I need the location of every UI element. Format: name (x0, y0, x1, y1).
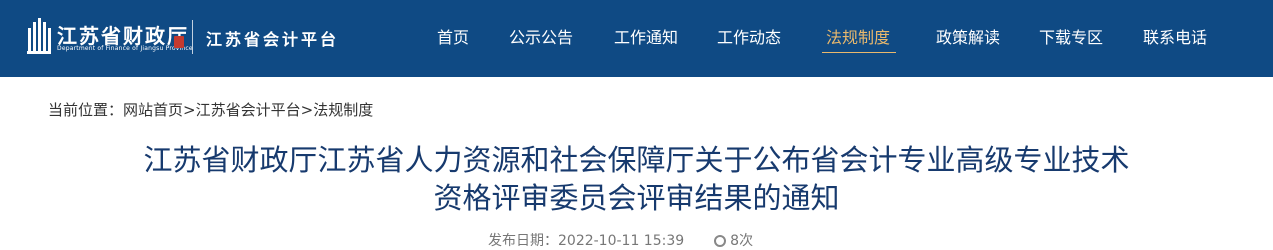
article-meta: 发布日期：2022-10-11 15:39 8次 (488, 232, 753, 250)
site-header: 江苏省财政厅 Department of Finance of Jiangsu … (0, 0, 1273, 77)
article-title-line-1: 江苏省财政厅江苏省人力资源和社会保障厅关于公布省会计专业高级专业技术 (143, 143, 1130, 177)
breadcrumb-platform-link[interactable]: 江苏省会计平台 (196, 101, 301, 119)
seal-icon (174, 36, 184, 48)
nav-item-contact[interactable]: 联系电话 (1143, 27, 1207, 49)
breadcrumb-home-link[interactable]: 网站首页 (123, 101, 183, 119)
nav-active-underline (822, 52, 896, 53)
breadcrumb: 当前位置：网站首页>江苏省会计平台>法规制度 (48, 99, 373, 120)
building-logo-icon[interactable] (27, 18, 51, 54)
eye-icon (714, 235, 727, 247)
publish-date: 发布日期：2022-10-11 15:39 (488, 233, 685, 249)
platform-name[interactable]: 江苏省会计平台 (206, 26, 339, 50)
breadcrumb-separator: > (183, 101, 196, 119)
breadcrumb-regulations-link[interactable]: 法规制度 (313, 101, 373, 119)
article-title: 江苏省财政厅江苏省人力资源和社会保障厅关于公布省会计专业高级专业技术 资格评审委… (0, 141, 1273, 217)
logo-divider (192, 20, 193, 54)
nav-item-work-news[interactable]: 工作动态 (717, 27, 781, 49)
nav-item-announcements[interactable]: 公示公告 (509, 27, 573, 49)
nav-item-home[interactable]: 首页 (437, 27, 469, 49)
nav-item-policy-interpretation[interactable]: 政策解读 (936, 27, 1000, 49)
nav-item-work-notices[interactable]: 工作通知 (614, 27, 678, 49)
nav-item-regulations[interactable]: 法规制度 (826, 27, 890, 49)
logo-subtitle: Department of Finance of Jiangsu Provinc… (57, 45, 193, 52)
view-count: 8次 (730, 233, 754, 249)
breadcrumb-separator: > (300, 101, 314, 119)
breadcrumb-prefix: 当前位置： (48, 101, 124, 119)
article-title-line-2: 资格评审委员会评审结果的通知 (433, 181, 840, 215)
nav-item-downloads[interactable]: 下载专区 (1039, 27, 1103, 49)
